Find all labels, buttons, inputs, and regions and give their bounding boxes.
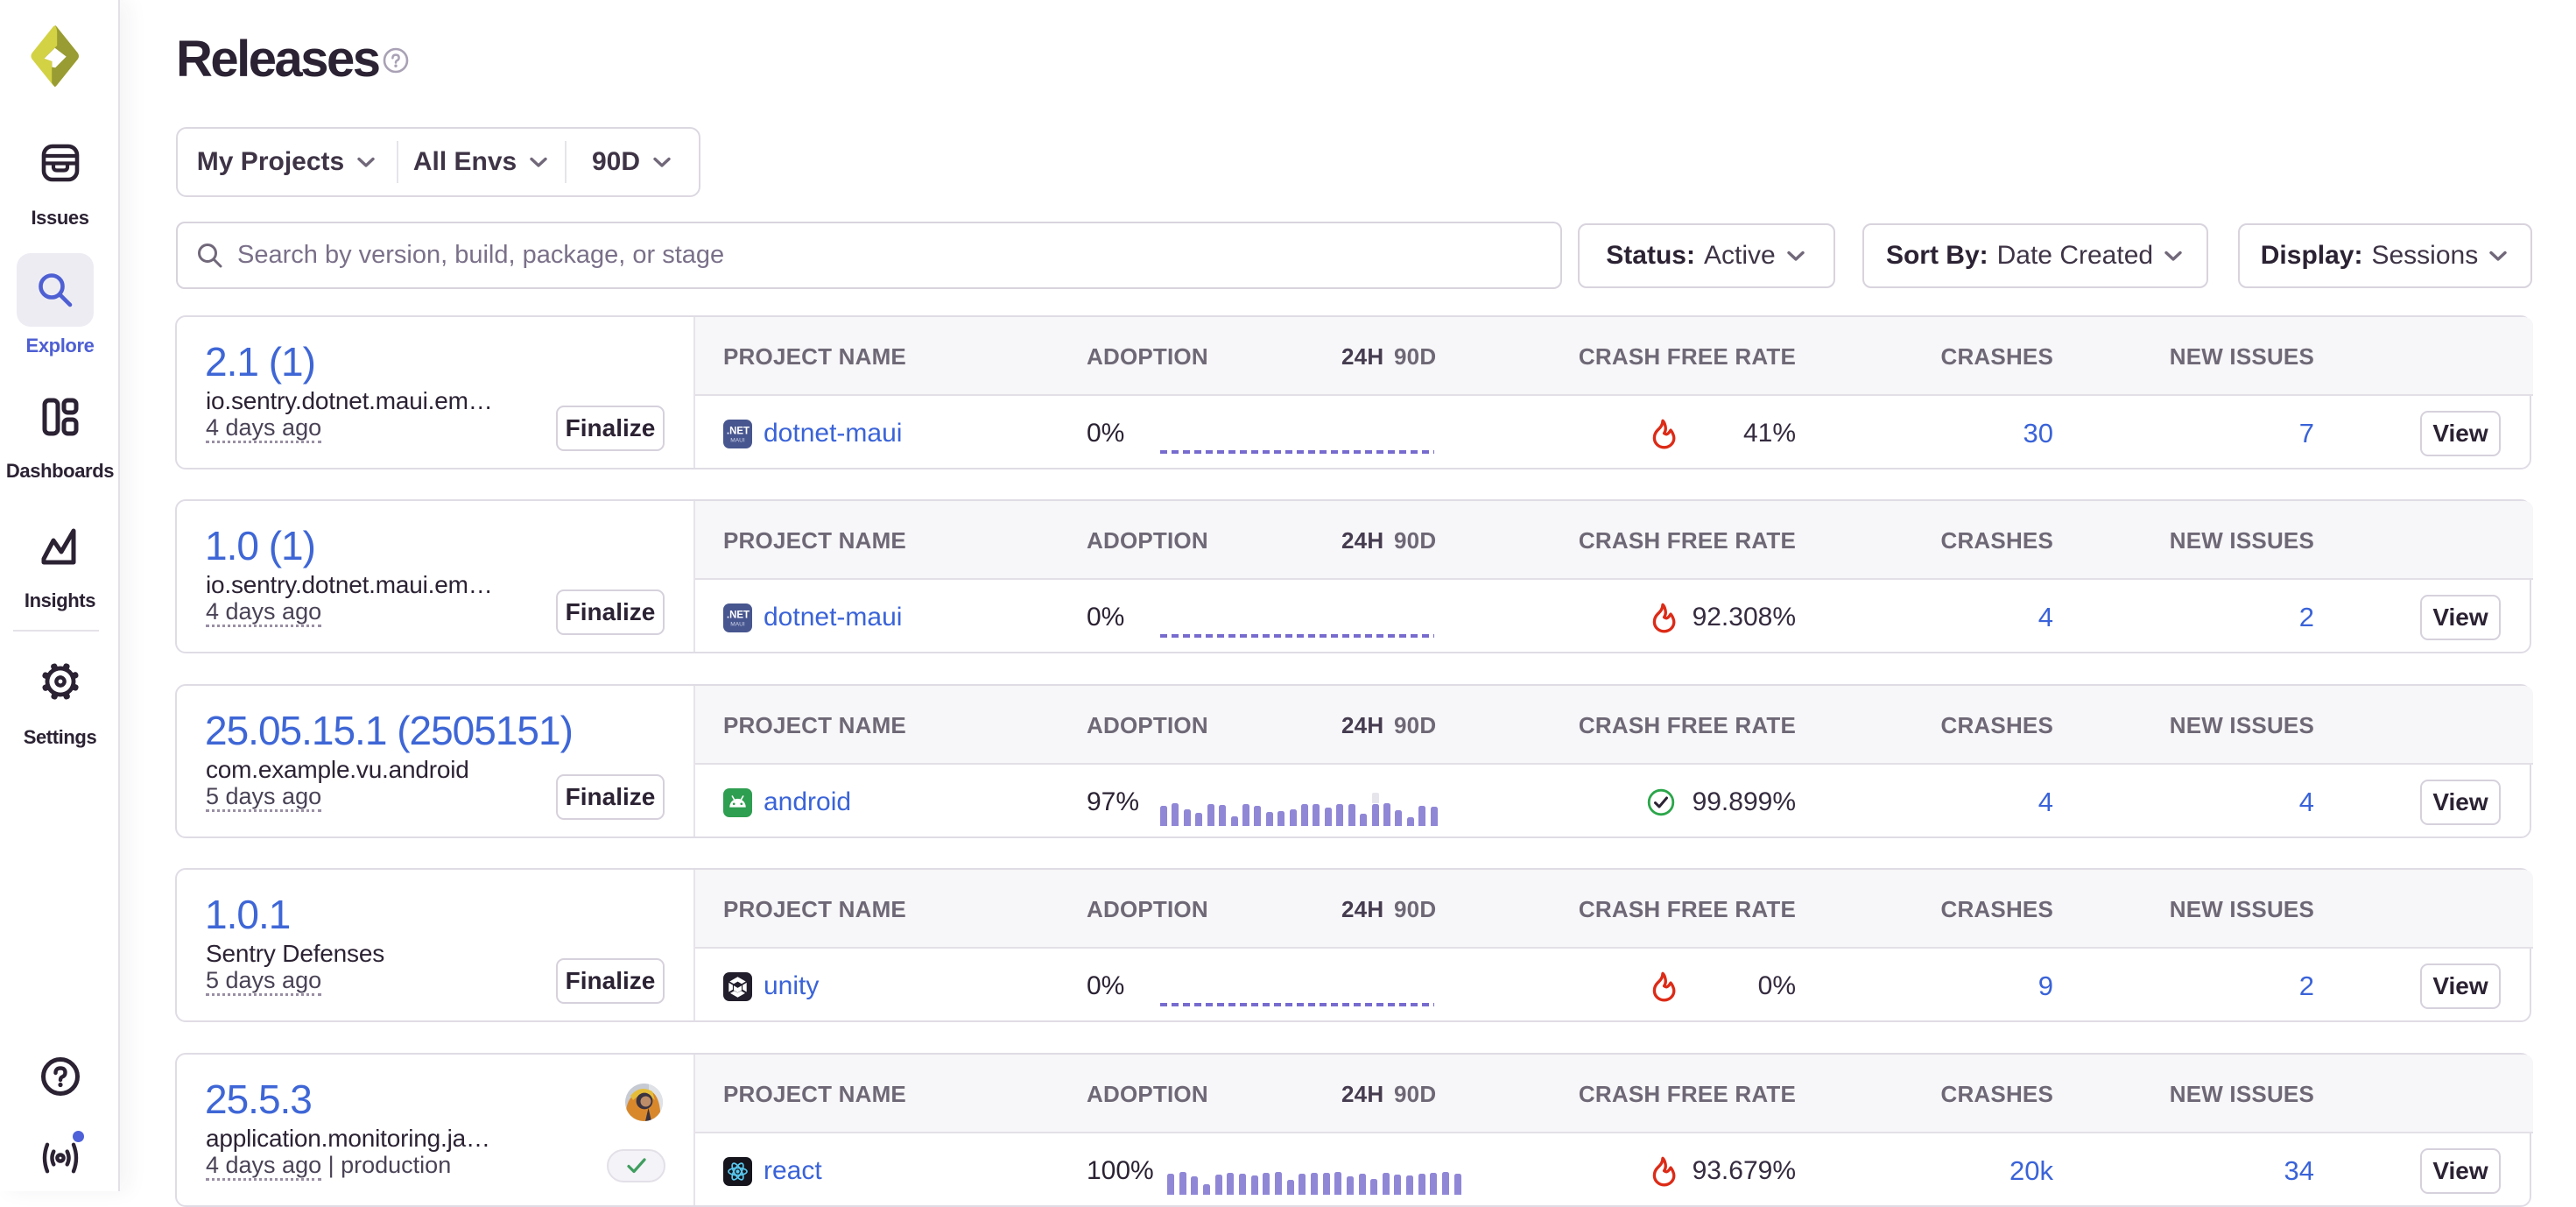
svg-text:.NET: .NET [727,426,750,436]
svg-text:MAUI: MAUI [730,621,745,627]
svg-text:MAUI: MAUI [730,437,745,443]
svg-text:.NET: .NET [727,610,750,620]
